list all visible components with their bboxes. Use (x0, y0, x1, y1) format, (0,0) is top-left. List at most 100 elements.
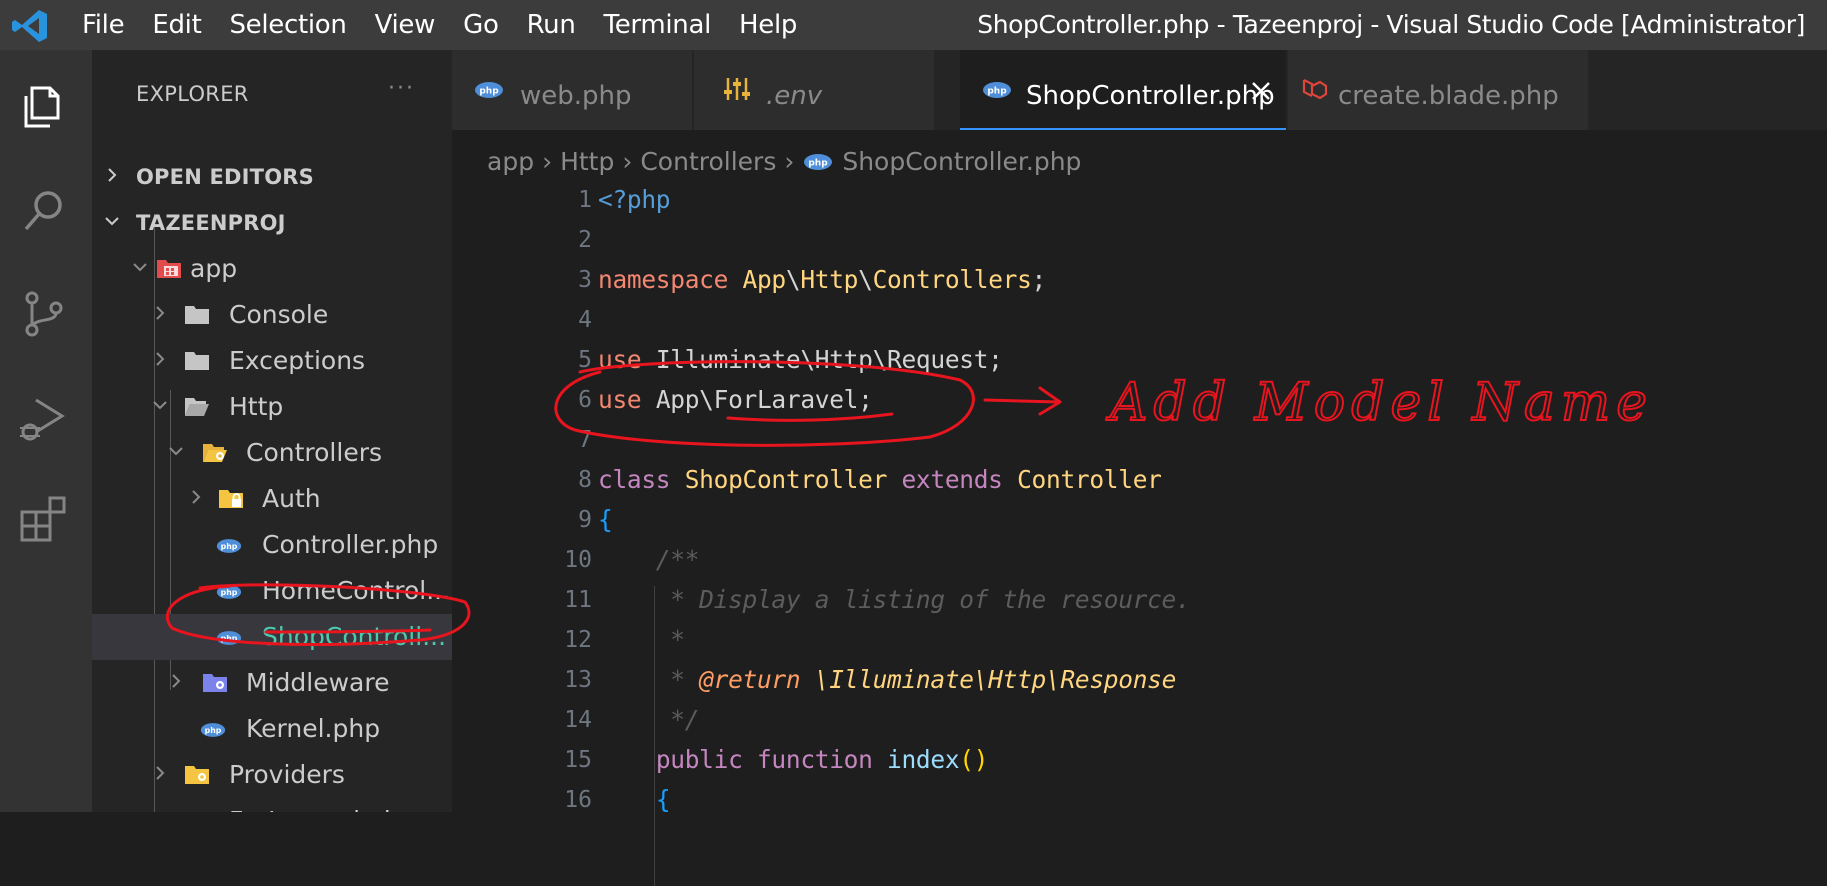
chevron-right-icon: › (622, 147, 633, 176)
code-line[interactable]: use App\ForLaravel; (598, 380, 873, 420)
code-line[interactable]: * Display a listing of the resource. (598, 580, 1191, 620)
php-file-icon: php (804, 154, 833, 170)
tree-folder-exceptions[interactable]: Exceptions (92, 338, 452, 384)
code-line[interactable]: public function index() (598, 740, 989, 780)
code-line[interactable]: { (598, 780, 671, 820)
tree-label: Controller.php (262, 530, 439, 559)
menu-selection[interactable]: Selection (229, 0, 346, 50)
chevron-right-icon (192, 490, 201, 504)
code-line[interactable]: /** (598, 540, 700, 580)
tree-folder-providers[interactable]: Providers (92, 752, 452, 798)
tree-label: Middleware (246, 668, 390, 697)
code-line[interactable]: */ (598, 700, 699, 740)
auth-folder-icon (219, 490, 243, 508)
code-line[interactable]: * (598, 620, 685, 660)
search-icon[interactable] (16, 183, 72, 239)
explorer-icon[interactable] (16, 78, 72, 134)
line-number: 5 (578, 347, 592, 373)
menu-terminal[interactable]: Terminal (604, 0, 712, 50)
title-bar: File Edit Selection View Go Run Terminal… (0, 0, 1827, 50)
line-number: 3 (578, 267, 592, 293)
tab-shopcontroller-php[interactable]: php ShopController.php (960, 50, 1286, 130)
activity-bar (0, 50, 92, 812)
tree-folder-auth[interactable]: Auth (92, 476, 452, 522)
breadcrumb-item[interactable]: Controllers (640, 140, 776, 184)
code-line[interactable]: { (598, 500, 613, 540)
breadcrumb-item[interactable]: ShopController.php (842, 140, 1081, 184)
vscode-logo-icon (12, 10, 47, 42)
tree-label: ForLaravel.php (229, 798, 416, 812)
line-number: 11 (564, 587, 592, 613)
line-number: 9 (578, 507, 592, 533)
section-open-editors[interactable]: OPEN EDITORS (92, 154, 452, 200)
vscode-window: File Edit Selection View Go Run Terminal… (0, 0, 1827, 886)
php-file-icon: php (200, 723, 226, 737)
tab-create-blade-php[interactable]: create.blade.php (1288, 50, 1588, 130)
breadcrumb: app › Http › Controllers › php ShopContr… (487, 140, 1081, 184)
chevron-right-icon: › (542, 147, 553, 176)
run-debug-icon[interactable] (16, 390, 72, 446)
svg-text:php: php (987, 87, 1007, 97)
close-icon[interactable] (1250, 80, 1272, 102)
chevron-right-icon (156, 352, 165, 366)
providers-folder-icon (185, 766, 209, 784)
tree-label: Console (229, 300, 329, 329)
tree-file-home-controller[interactable]: php HomeControl... (92, 568, 452, 614)
menu-edit[interactable]: Edit (152, 0, 201, 50)
tree-folder-app[interactable]: app (92, 246, 452, 292)
php-file-icon: php (216, 631, 242, 645)
code-line[interactable]: use Illuminate\Http\Request; (598, 340, 1003, 380)
section-project-root[interactable]: TAZEENPROJ (92, 200, 452, 246)
line-number: 14 (564, 707, 592, 733)
menu-run[interactable]: Run (527, 0, 576, 50)
explorer-header: EXPLORER (136, 82, 249, 106)
tree-folder-console[interactable]: Console (92, 292, 452, 338)
tree-folder-controllers[interactable]: Controllers (92, 430, 452, 476)
tree-file-controller[interactable]: php Controller.php (92, 522, 452, 568)
menu-file[interactable]: File (82, 0, 125, 50)
editor-area: php web.php .env php ShopController.php … (452, 50, 1827, 886)
php-file-icon: php (983, 82, 1011, 98)
line-number: 16 (564, 787, 592, 813)
code-line[interactable]: <?php (598, 180, 671, 220)
code-line[interactable]: * @return \Illuminate\Http\Response (598, 660, 1176, 700)
tree-file-kernel[interactable]: php Kernel.php (92, 706, 452, 752)
line-number: 13 (564, 667, 592, 693)
laravel-blade-icon (1302, 79, 1328, 100)
middleware-folder-icon (203, 674, 227, 692)
code-line[interactable]: namespace App\Http\Controllers; (598, 260, 1046, 300)
menu-go[interactable]: Go (463, 0, 499, 50)
tree-folder-http[interactable]: Http (92, 384, 452, 430)
line-number: 7 (578, 427, 592, 453)
tab-web-php[interactable]: php web.php (452, 50, 692, 130)
svg-text:php: php (205, 726, 222, 735)
tree-label: Auth (262, 484, 321, 513)
tree-folder-middleware[interactable]: Middleware (92, 660, 452, 706)
tree-file-shop-controller[interactable]: php ShopControll... (92, 614, 452, 660)
extensions-icon[interactable] (16, 490, 72, 546)
menu-view[interactable]: View (375, 0, 436, 50)
svg-text:php: php (221, 542, 238, 551)
controllers-folder-icon (203, 444, 227, 462)
line-number: 15 (564, 747, 592, 773)
breadcrumb-item[interactable]: app (487, 140, 534, 184)
code-editor[interactable]: 1 2 3 4 5 6 7 8 9 10 11 12 13 14 15 16 <?php namespace A… (452, 180, 1827, 886)
line-number: 8 (578, 467, 592, 493)
tree-label: Controllers (246, 438, 382, 467)
tree-label: Http (229, 392, 284, 421)
tree-label: app (190, 254, 238, 283)
breadcrumb-item[interactable]: Http (560, 140, 614, 184)
more-actions-button[interactable]: ··· (388, 76, 415, 101)
explorer-sidebar: EXPLORER ··· OPEN EDITORS TAZEENPROJ app… (92, 50, 452, 812)
folder-icon (185, 306, 209, 324)
code-line[interactable]: class ShopController extends Controller (598, 460, 1162, 500)
php-file-icon: php (216, 585, 242, 599)
tree-file-forlaravel[interactable]: php ForLaravel.php (92, 798, 452, 812)
line-number: 1 (578, 187, 592, 213)
tab-env[interactable]: .env (694, 50, 934, 130)
line-number: 2 (578, 227, 592, 253)
menu-help[interactable]: Help (739, 0, 797, 50)
svg-text:php: php (809, 159, 829, 169)
source-control-icon[interactable] (16, 286, 72, 342)
indent-guide (654, 586, 655, 886)
